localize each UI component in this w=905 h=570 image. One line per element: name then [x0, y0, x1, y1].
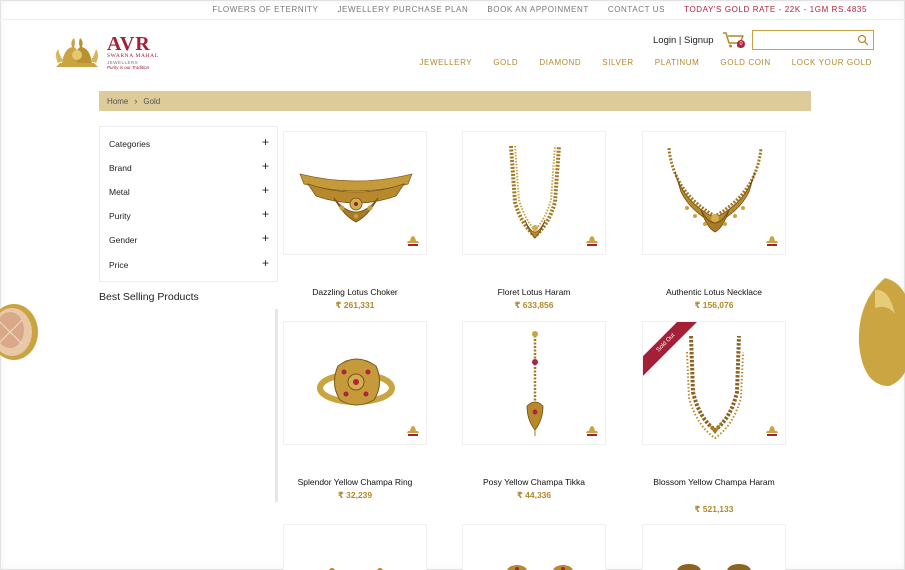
product-name[interactable]: Posy Yellow Champa Tikka [452, 476, 616, 489]
product-price: ₹ 44,336 [516, 490, 552, 500]
product-price: ₹ 156,076 [694, 300, 734, 310]
product-price: ₹ 521,133 [694, 504, 734, 514]
avr-watermark-icon [407, 236, 419, 246]
search-box [752, 30, 874, 51]
topbar-link-jewellery-purchase-plan[interactable]: JEWELLERY PURCHASE PLAN [337, 5, 468, 14]
filter-brand[interactable]: Brand + [100, 156, 277, 180]
expand-plus-icon[interactable]: + [262, 208, 269, 220]
product-name[interactable]: Dazzling Lotus Choker [273, 286, 437, 299]
breadcrumb-home[interactable]: Home [107, 97, 128, 106]
filter-label: Categories [109, 139, 151, 149]
avr-watermark-icon [407, 426, 419, 436]
brand-subtitle: SWARNA MAHAL [107, 53, 159, 59]
filter-price[interactable]: Price + [100, 253, 277, 277]
peacock-emblem-icon [56, 38, 98, 67]
product-image[interactable] [283, 524, 427, 570]
topbar-link-contact-us[interactable]: CONTACT US [608, 5, 665, 14]
nav-jewellery[interactable]: JEWELLERY [419, 58, 472, 67]
nav-gold[interactable]: GOLD [493, 58, 518, 67]
filter-metal[interactable]: Metal + [100, 180, 277, 204]
filter-categories[interactable]: Categories + [100, 132, 277, 156]
expand-plus-icon[interactable]: + [262, 184, 269, 196]
breadcrumb-separator: › [134, 96, 138, 106]
product-image-partial [677, 564, 751, 570]
brand-logo[interactable]: AVR SWARNA MAHAL JEWELLERS Purity is our… [52, 33, 162, 73]
expand-plus-icon[interactable]: + [262, 232, 269, 244]
breadcrumb: Home › Gold [99, 91, 811, 111]
account-links: Login | Signup [653, 35, 714, 46]
product-name[interactable]: Blossom Yellow Champa Haram [648, 476, 780, 489]
product-image-partial [329, 568, 383, 570]
filter-label: Price [109, 260, 129, 270]
product-name[interactable]: Floret Lotus Haram [452, 286, 616, 299]
main-navigation: JEWELLERY GOLD DIAMOND SILVER PLATINUM G… [419, 58, 872, 67]
product-image[interactable] [642, 131, 786, 255]
breadcrumb-current: Gold [143, 96, 161, 106]
decorative-gem-ring-image [0, 304, 38, 360]
filter-label: Brand [109, 163, 132, 173]
filter-panel: Categories + Brand + Metal + Purity + Ge… [99, 126, 278, 282]
gold-rate-text: TODAY'S GOLD RATE - 22K - 1GM Rs.4835 [684, 5, 867, 14]
login-link[interactable]: Login [653, 35, 676, 46]
filter-gender[interactable]: Gender + [100, 228, 277, 252]
expand-plus-icon[interactable]: + [262, 136, 269, 148]
expand-plus-icon[interactable]: + [262, 160, 269, 172]
product-name[interactable]: Splendor Yellow Champa Ring [273, 476, 437, 489]
product-price: ₹ 633,856 [514, 300, 554, 310]
nav-gold-coin[interactable]: GOLD COIN [720, 58, 770, 67]
product-image[interactable] [462, 524, 606, 570]
expand-plus-icon[interactable]: + [262, 257, 269, 269]
brand-tagline: Purity is our Tradition [107, 65, 150, 70]
top-utility-bar: FLOWERS OF ETERNITY JEWELLERY PURCHASE P… [0, 0, 905, 20]
signup-link[interactable]: Signup [684, 35, 714, 46]
sidebar-scrollbar[interactable] [275, 309, 278, 502]
cart-button[interactable]: 0 [722, 31, 746, 49]
product-image[interactable] [283, 321, 427, 445]
avr-watermark-icon [586, 236, 598, 246]
filter-purity[interactable]: Purity + [100, 204, 277, 228]
product-name[interactable]: Authentic Lotus Necklace [632, 286, 796, 299]
nav-platinum[interactable]: PLATINUM [655, 58, 700, 67]
search-icon[interactable] [857, 34, 869, 46]
login-separator: | [678, 35, 682, 46]
product-image-partial [507, 565, 573, 570]
product-image[interactable] [283, 131, 427, 255]
nav-diamond[interactable]: DIAMOND [539, 58, 581, 67]
nav-lock-your-gold[interactable]: LOCK YOUR GOLD [792, 58, 872, 67]
product-image[interactable] [642, 524, 786, 570]
filter-label: Gender [109, 235, 138, 245]
topbar-link-flowers-of-eternity[interactable]: FLOWERS OF ETERNITY [212, 5, 318, 14]
search-input[interactable] [753, 32, 849, 51]
topbar-link-book-appointment[interactable]: BOOK AN APPOINMENT [487, 5, 589, 14]
avr-watermark-icon [586, 426, 598, 436]
product-price: ₹ 32,239 [337, 490, 373, 500]
product-image[interactable] [462, 131, 606, 255]
product-image[interactable] [462, 321, 606, 445]
filter-label: Purity [109, 211, 131, 221]
filter-label: Metal [109, 187, 130, 197]
decorative-gold-stone-image [858, 278, 905, 386]
product-image[interactable]: Sold Out [642, 321, 786, 445]
nav-silver[interactable]: SILVER [602, 58, 633, 67]
avr-watermark-icon [766, 426, 778, 436]
avr-watermark-icon [766, 236, 778, 246]
best-selling-title: Best Selling Products [99, 291, 199, 303]
cart-count-badge: 0 [737, 40, 745, 48]
product-price: ₹ 261,331 [335, 300, 375, 310]
